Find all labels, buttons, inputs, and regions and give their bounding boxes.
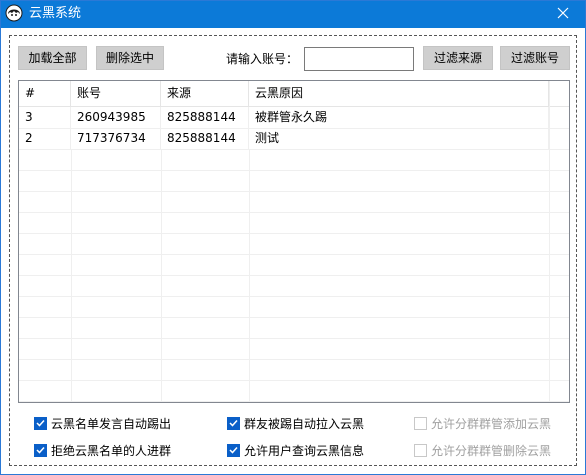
- empty-row: [19, 380, 569, 402]
- title-bar[interactable]: 云黑系统: [1, 1, 585, 28]
- table-header: # 账号 来源 云黑原因: [19, 81, 569, 107]
- cell-index: 3: [19, 107, 71, 128]
- cell-source: 825888144: [161, 128, 249, 149]
- allow-user-query-checkbox[interactable]: 允许用户查询云黑信息: [227, 441, 364, 459]
- avatar-icon: [5, 4, 23, 22]
- checkbox-unchecked-icon: [414, 416, 427, 430]
- blacklist-table[interactable]: # 账号 来源 云黑原因 3 260943985 825888144 被群管永久…: [18, 80, 570, 403]
- column-header-account[interactable]: 账号: [71, 81, 161, 106]
- auto-kick-checkbox[interactable]: 云黑名单发言自动踢出: [34, 414, 171, 432]
- option-label: 云黑名单发言自动踢出: [51, 416, 172, 431]
- empty-row: [19, 170, 569, 192]
- checkbox-checked-icon[interactable]: [34, 416, 47, 430]
- cell-source: 825888144: [161, 107, 249, 128]
- allow-admin-add-checkbox: 允许分群群管添加云黑: [414, 414, 551, 432]
- option-label: 允许分群群管删除云黑: [431, 443, 552, 458]
- checkbox-checked-icon[interactable]: [227, 416, 240, 430]
- empty-row: [19, 275, 569, 297]
- close-icon[interactable]: [557, 7, 569, 22]
- close-button[interactable]: [541, 1, 585, 28]
- checkbox-unchecked-icon: [414, 443, 427, 457]
- empty-row: [19, 359, 569, 381]
- empty-row: [19, 149, 569, 171]
- account-input[interactable]: [304, 47, 414, 71]
- allow-admin-delete-checkbox: 允许分群群管删除云黑: [414, 441, 551, 459]
- window-title: 云黑系统: [29, 6, 82, 21]
- checkbox-checked-icon[interactable]: [227, 443, 240, 457]
- column-header-source[interactable]: 来源: [161, 81, 249, 106]
- empty-row: [19, 296, 569, 318]
- option-label: 允许用户查询云黑信息: [244, 443, 365, 458]
- option-label: 拒绝云黑名单的人进群: [51, 443, 172, 458]
- filter-account-button[interactable]: 过滤账号: [500, 46, 570, 70]
- app-window: 云黑系统 加载全部 删除选中 请输入账号： 过滤来源 过滤账号 # 账号 来源 …: [0, 0, 586, 475]
- cell-index: 2: [19, 128, 71, 149]
- table-row[interactable]: 3 260943985 825888144 被群管永久踢: [19, 107, 569, 129]
- delete-selected-button[interactable]: 删除选中: [96, 46, 164, 70]
- empty-row: [19, 233, 569, 255]
- column-header-reason[interactable]: 云黑原因: [249, 81, 549, 106]
- cell-reason: 被群管永久踢: [249, 107, 549, 128]
- reject-join-checkbox[interactable]: 拒绝云黑名单的人进群: [34, 441, 171, 459]
- column-divider: [71, 149, 72, 402]
- cell-account: 717376734: [71, 128, 161, 149]
- column-divider: [549, 81, 550, 402]
- empty-row: [19, 317, 569, 339]
- checkbox-checked-icon[interactable]: [34, 443, 47, 457]
- cell-account: 260943985: [71, 107, 161, 128]
- empty-row: [19, 191, 569, 213]
- column-divider: [161, 149, 162, 402]
- empty-row: [19, 254, 569, 276]
- table-row[interactable]: 2 717376734 825888144 测试: [19, 128, 569, 150]
- auto-add-kicked-checkbox[interactable]: 群友被踢自动拉入云黑: [227, 414, 364, 432]
- load-all-button[interactable]: 加载全部: [18, 46, 87, 70]
- column-divider: [249, 149, 250, 402]
- option-label: 群友被踢自动拉入云黑: [244, 416, 365, 431]
- column-header-index[interactable]: #: [19, 81, 71, 106]
- account-label: 请输入账号：: [226, 52, 299, 66]
- empty-row: [19, 338, 569, 360]
- option-label: 允许分群群管添加云黑: [431, 416, 552, 431]
- cell-reason: 测试: [249, 128, 549, 149]
- empty-row: [19, 212, 569, 234]
- filter-source-button[interactable]: 过滤来源: [423, 46, 493, 70]
